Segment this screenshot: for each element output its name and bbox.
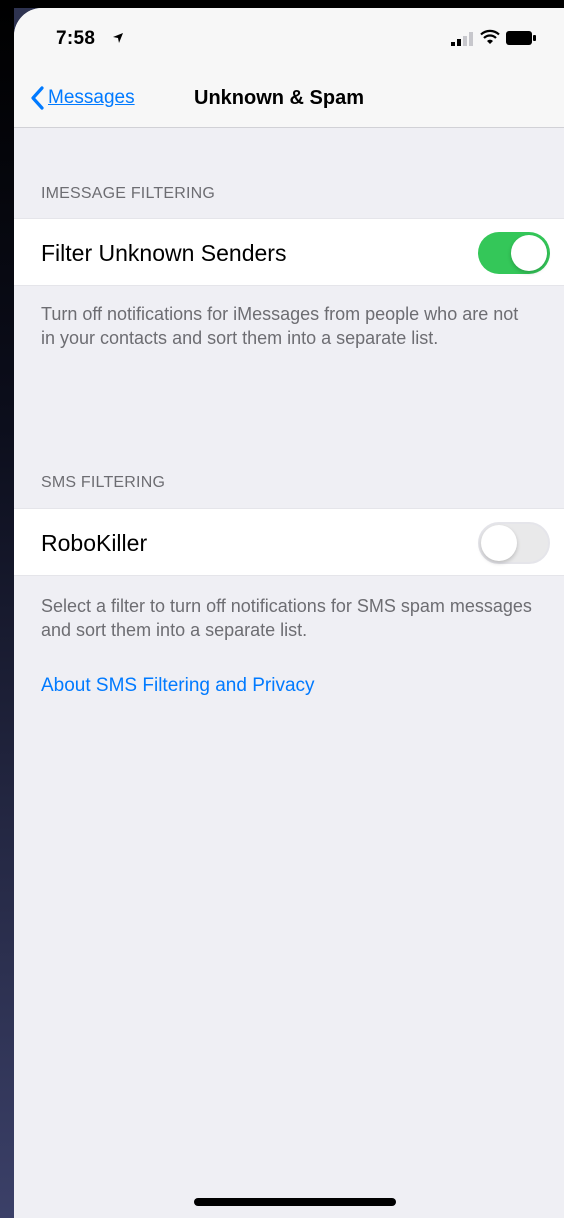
wifi-icon bbox=[480, 29, 500, 44]
toggle-knob bbox=[481, 525, 517, 561]
settings-screen: 7:58 Messages Unknown & Spam IMESSAGE FI… bbox=[14, 8, 564, 1218]
back-button[interactable]: Messages bbox=[30, 84, 135, 112]
row-label: Filter Unknown Senders bbox=[41, 240, 287, 266]
filter-unknown-senders-toggle[interactable] bbox=[478, 232, 550, 274]
status-bar: 7:58 bbox=[14, 8, 564, 68]
sms-footer-text: Select a filter to turn off notification… bbox=[41, 596, 532, 640]
toggle-knob bbox=[511, 235, 547, 271]
section-header-sms: SMS FILTERING bbox=[41, 474, 166, 491]
filter-unknown-senders-row[interactable]: Filter Unknown Senders bbox=[14, 218, 564, 286]
sms-privacy-link[interactable]: About SMS Filtering and Privacy bbox=[41, 675, 315, 697]
signal-icon bbox=[451, 32, 473, 46]
status-time: 7:58 bbox=[56, 28, 96, 49]
robokiller-toggle[interactable] bbox=[478, 522, 550, 564]
page-title: Unknown & Spam bbox=[194, 87, 365, 109]
back-button-label: Messages bbox=[48, 87, 135, 108]
imessage-footer-text: Turn off notifications for iMessages fro… bbox=[41, 304, 519, 348]
device-bezel bbox=[0, 0, 14, 1218]
chevron-left-icon bbox=[31, 86, 44, 110]
row-label: RoboKiller bbox=[41, 530, 148, 556]
device-bezel-top bbox=[0, 0, 564, 8]
robokiller-row[interactable]: RoboKiller bbox=[14, 508, 564, 576]
navigation-bar: Messages Unknown & Spam bbox=[14, 68, 564, 128]
battery-icon bbox=[506, 31, 536, 45]
home-indicator[interactable] bbox=[194, 1198, 396, 1206]
location-arrow-icon bbox=[113, 33, 123, 43]
section-header-imessage: IMESSAGE FILTERING bbox=[41, 185, 215, 202]
